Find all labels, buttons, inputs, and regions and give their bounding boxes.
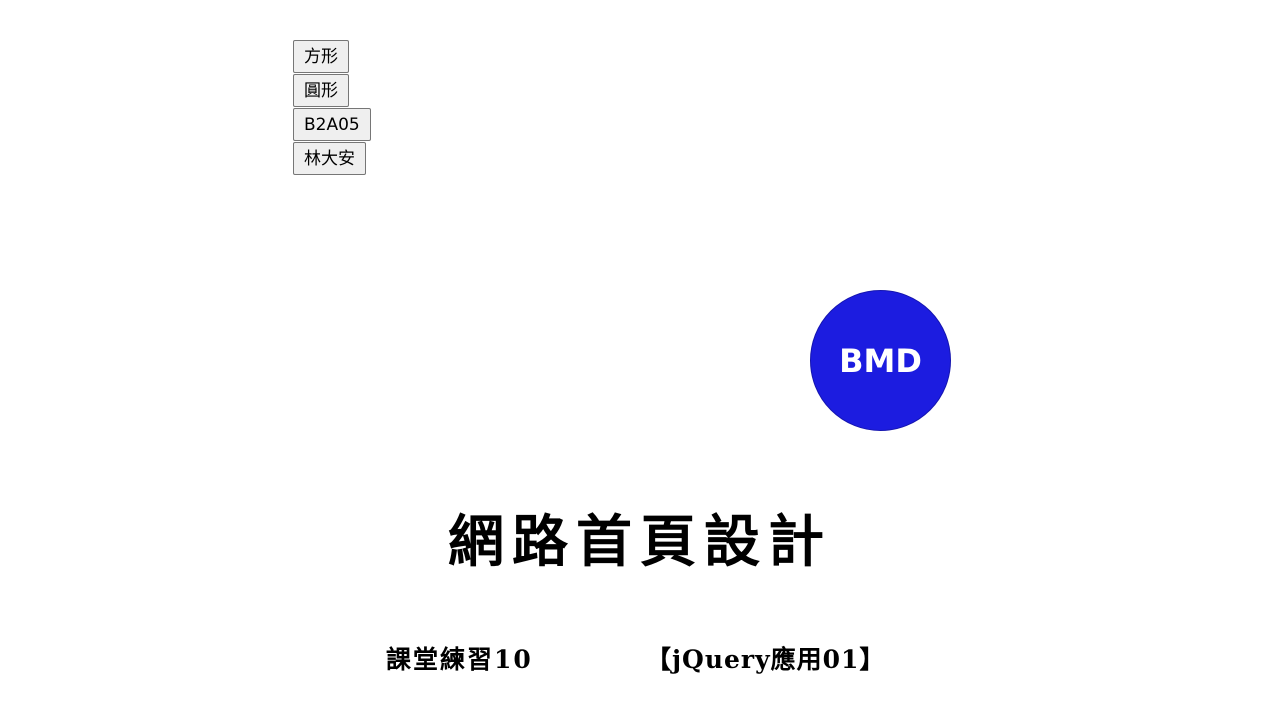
student-name-button[interactable]: 林大安 [293,142,366,175]
bmd-shape: BMD [810,290,951,431]
class-id-button[interactable]: B2A05 [293,108,371,141]
bmd-shape-label: BMD [839,341,922,380]
page-title: 網路首頁設計 [448,510,832,575]
square-button[interactable]: 方形 [293,40,349,73]
button-stack: 方形 圓形 B2A05 林大安 [293,40,371,176]
circle-button[interactable]: 圓形 [293,74,349,107]
topic-subtitle: 【jQuery應用01】 [646,645,886,674]
exercise-subtitle: 課堂練習10 [386,645,533,674]
